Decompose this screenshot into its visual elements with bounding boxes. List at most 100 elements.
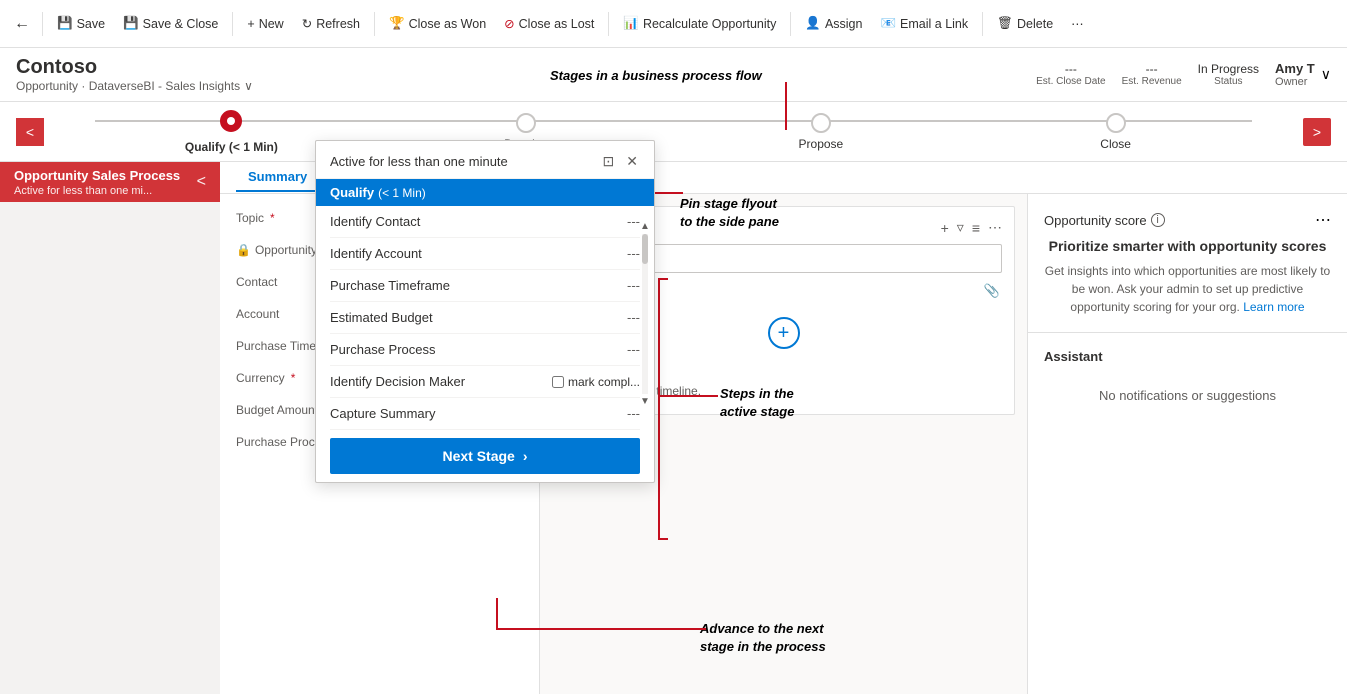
tab-summary[interactable]: Summary bbox=[236, 163, 319, 192]
toolbar: ← 💾 Save 💾 Save & Close + New ↻ Refresh … bbox=[0, 0, 1347, 48]
save-button[interactable]: 💾 Save bbox=[49, 12, 113, 35]
breadcrumb: Opportunity · DataverseBI - Sales Insigh… bbox=[16, 79, 253, 93]
owner-name[interactable]: Amy T bbox=[1275, 61, 1315, 76]
score-card-body: Prioritize smarter with opportunity scor… bbox=[1044, 238, 1331, 254]
stage-circle-qualify bbox=[220, 110, 242, 132]
back-button[interactable]: ← bbox=[8, 11, 36, 37]
header-fields: --- Est. Close Date --- Est. Revenue In … bbox=[1036, 61, 1331, 88]
assign-button[interactable]: 👤 Assign bbox=[797, 12, 870, 35]
lock-icon: 🔒 bbox=[236, 243, 251, 257]
annotation-pin: Pin stage flyoutto the side pane bbox=[680, 195, 779, 231]
email-link-button[interactable]: 📧 Email a Link bbox=[872, 12, 976, 35]
flyout-subtitle: Active for less than one minute bbox=[330, 154, 508, 169]
flyout-stage-label: Qualify (< 1 Min) bbox=[316, 179, 654, 206]
process-sidebar-info: Opportunity Sales Process Active for les… bbox=[14, 168, 180, 197]
assistant-card: Assistant No notifications or suggestion… bbox=[1028, 333, 1347, 435]
toolbar-divider-2 bbox=[232, 12, 233, 36]
recalculate-icon: 📊 bbox=[623, 16, 639, 31]
flyout-pin-button[interactable]: ⊡ bbox=[601, 151, 617, 172]
owner-chevron[interactable]: ∨ bbox=[1321, 66, 1331, 83]
add-activity-button[interactable]: + bbox=[941, 219, 949, 236]
activity-actions: + ▿ ≡ ⋯ bbox=[941, 219, 1002, 236]
ann-steps-horiz bbox=[660, 395, 718, 397]
next-stage-button[interactable]: Next Stage › bbox=[330, 438, 640, 474]
annotation-stages-line bbox=[785, 82, 787, 130]
required-indicator-topic: * bbox=[270, 211, 275, 225]
save-close-button[interactable]: 💾 Save & Close bbox=[115, 12, 226, 35]
learn-more-link[interactable]: Learn more bbox=[1243, 300, 1304, 314]
assistant-title: Assistant bbox=[1044, 349, 1331, 364]
more-icon: ⋯ bbox=[1071, 16, 1084, 31]
toolbar-divider-5 bbox=[790, 12, 791, 36]
process-sidebar-subtitle: Active for less than one mi... bbox=[14, 185, 180, 197]
scroll-track[interactable] bbox=[642, 234, 648, 394]
process-sidebar-collapse[interactable]: < bbox=[197, 173, 206, 191]
toolbar-divider-4 bbox=[608, 12, 609, 36]
score-card: Opportunity score i ⋯ Prioritize smarter… bbox=[1028, 194, 1347, 333]
decision-maker-checkbox[interactable] bbox=[552, 376, 564, 388]
close-lost-icon: ⊘ bbox=[504, 16, 514, 31]
close-icon: ✕ bbox=[626, 153, 638, 169]
toolbar-divider-6 bbox=[982, 12, 983, 36]
stage-label-close: Close bbox=[1100, 137, 1131, 151]
list-view-button[interactable]: ≡ bbox=[972, 219, 980, 236]
close-lost-button[interactable]: ⊘ Close as Lost bbox=[496, 12, 602, 35]
process-sidebar: Opportunity Sales Process Active for les… bbox=[0, 162, 220, 202]
new-button[interactable]: + New bbox=[239, 13, 291, 35]
flyout-close-button[interactable]: ✕ bbox=[624, 151, 640, 172]
process-next-button[interactable]: > bbox=[1303, 118, 1331, 146]
step-identify-decision-maker: Identify Decision Maker mark compl... bbox=[330, 366, 640, 398]
right-panel: Opportunity score i ⋯ Prioritize smarter… bbox=[1027, 194, 1347, 694]
step-purchase-process: Purchase Process --- bbox=[330, 334, 640, 366]
stage-propose[interactable]: Propose bbox=[674, 113, 969, 151]
back-icon: ← bbox=[14, 15, 30, 33]
attachment-icon: 📎 bbox=[984, 283, 1000, 299]
stage-close[interactable]: Close bbox=[968, 113, 1263, 151]
annotation-steps: Steps in theactive stage bbox=[720, 385, 794, 421]
more-activity-button[interactable]: ⋯ bbox=[988, 219, 1002, 236]
ann-steps-vert bbox=[658, 280, 660, 540]
owner-role: Owner bbox=[1275, 76, 1315, 88]
scroll-up-button[interactable]: ▲ bbox=[640, 221, 650, 232]
save-icon: 💾 bbox=[57, 16, 73, 31]
stage-circle-close bbox=[1106, 113, 1126, 133]
score-card-text: Get insights into which opportunities ar… bbox=[1044, 262, 1331, 316]
stage-label-qualify: Qualify (< 1 Min) bbox=[185, 140, 278, 154]
new-icon: + bbox=[247, 17, 254, 31]
add-record-button[interactable]: + bbox=[768, 317, 800, 349]
record-info: Contoso Opportunity · DataverseBI - Sale… bbox=[16, 56, 253, 93]
scroll-thumb bbox=[642, 234, 648, 264]
stage-circle-propose bbox=[811, 113, 831, 133]
status-field: In Progress Status bbox=[1198, 62, 1259, 87]
recalculate-button[interactable]: 📊 Recalculate Opportunity bbox=[615, 12, 784, 35]
score-more-button[interactable]: ⋯ bbox=[1315, 210, 1331, 230]
filter-activity-button[interactable]: ▿ bbox=[957, 219, 964, 236]
scroll-down-button[interactable]: ▼ bbox=[640, 396, 650, 407]
refresh-button[interactable]: ↻ Refresh bbox=[294, 12, 368, 35]
refresh-icon: ↻ bbox=[302, 16, 312, 31]
process-sidebar-title: Opportunity Sales Process bbox=[14, 168, 180, 183]
est-close-date-field: --- Est. Close Date bbox=[1036, 62, 1105, 87]
toolbar-divider-3 bbox=[374, 12, 375, 36]
close-won-icon: 🏆 bbox=[389, 16, 405, 31]
flyout-step-list: Identify Contact --- Identify Account --… bbox=[316, 206, 654, 430]
more-options-button[interactable]: ⋯ bbox=[1063, 12, 1092, 35]
process-bar: < Qualify (< 1 Min) Develop Propose bbox=[0, 102, 1347, 162]
score-card-header: Opportunity score i ⋯ bbox=[1044, 210, 1331, 230]
score-info-icon[interactable]: i bbox=[1151, 213, 1165, 227]
flyout-scrollbar: ▲ ▼ bbox=[638, 221, 652, 407]
assign-icon: 👤 bbox=[805, 16, 821, 31]
ann-steps-top bbox=[658, 278, 668, 280]
step-identify-contact: Identify Contact --- bbox=[330, 206, 640, 238]
delete-button[interactable]: 🗑 Delete bbox=[989, 12, 1061, 35]
stage-flyout: Active for less than one minute ⊡ ✕ Qual… bbox=[315, 140, 655, 483]
step-estimated-budget: Estimated Budget --- bbox=[330, 302, 640, 334]
record-title: Contoso bbox=[16, 56, 253, 79]
close-won-button[interactable]: 🏆 Close as Won bbox=[381, 12, 494, 35]
delete-icon: 🗑 bbox=[997, 16, 1013, 31]
toolbar-divider-1 bbox=[42, 12, 43, 36]
flyout-header: Active for less than one minute ⊡ ✕ bbox=[316, 141, 654, 179]
est-revenue-field: --- Est. Revenue bbox=[1122, 62, 1182, 87]
process-stages: Qualify (< 1 Min) Develop Propose Close bbox=[44, 110, 1303, 154]
process-prev-button[interactable]: < bbox=[16, 118, 44, 146]
